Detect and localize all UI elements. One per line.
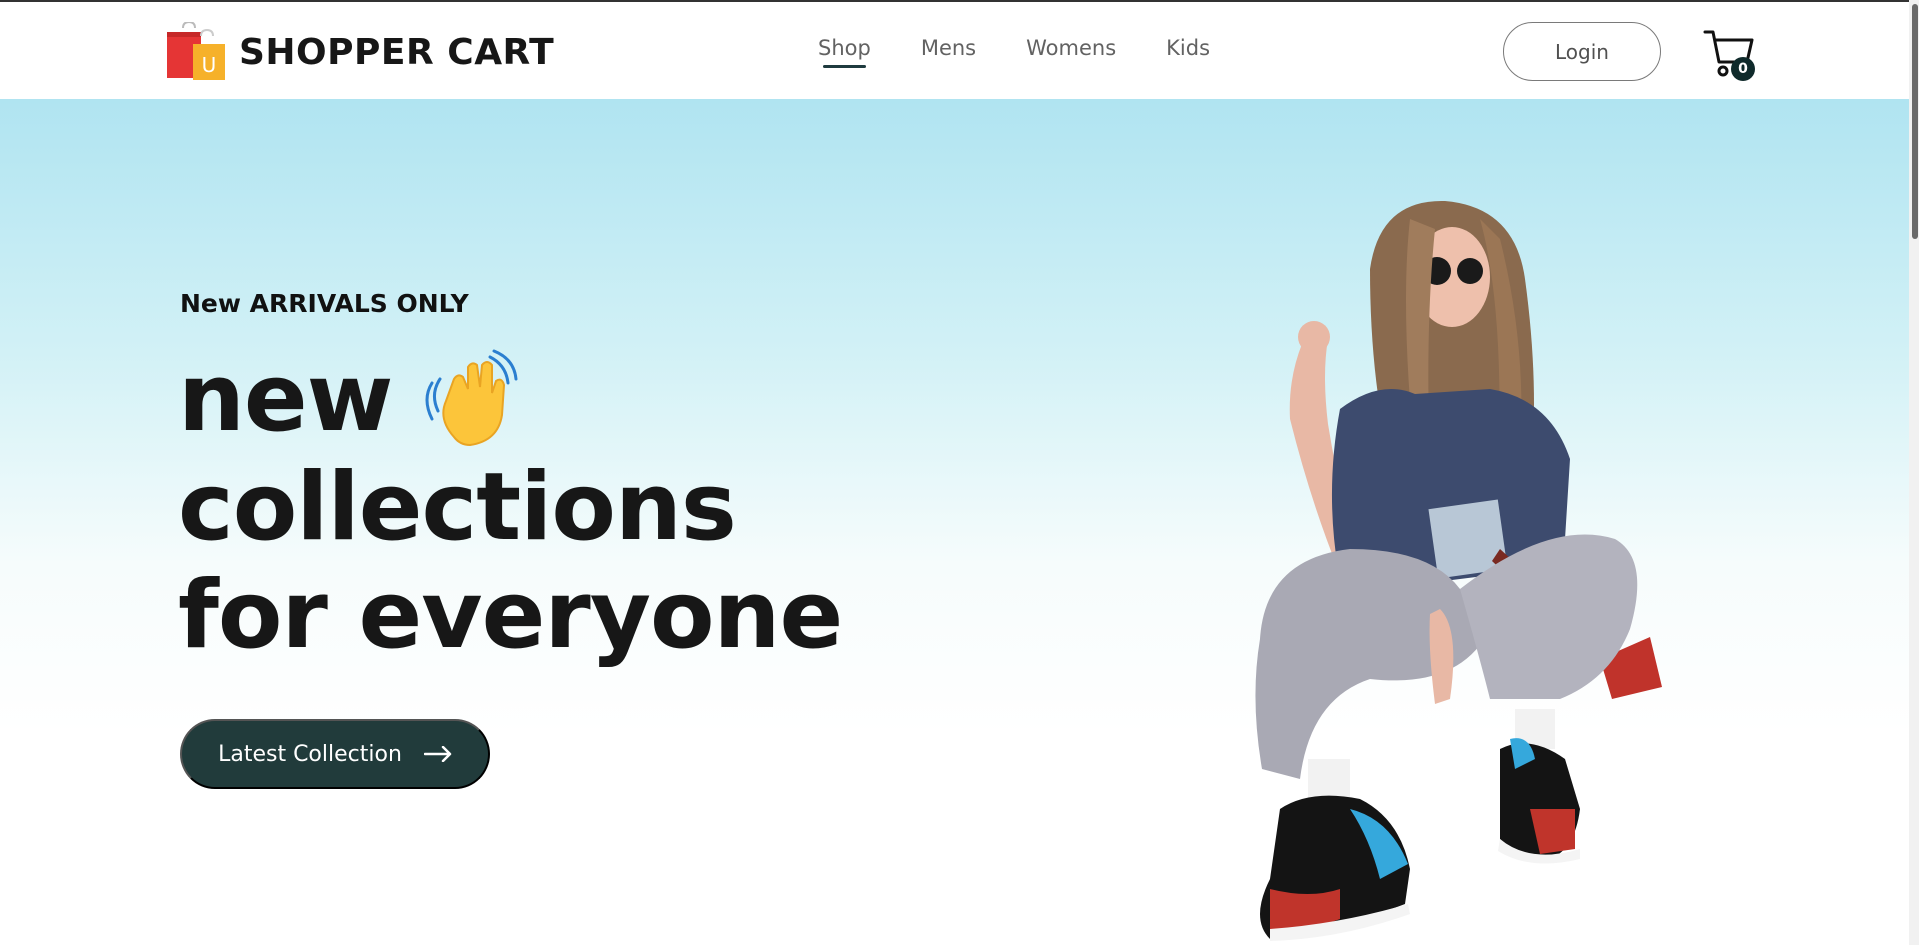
hero-heading-line-2: collections — [178, 453, 737, 562]
hero-heading-line-3: for everyone — [178, 561, 843, 670]
brand-name: SHOPPER CART — [239, 31, 555, 73]
shopping-bag-logo-icon: U — [167, 22, 225, 80]
arrow-right-icon — [423, 746, 452, 762]
nav-item-label: Kids — [1166, 36, 1211, 60]
hero-model-image — [1255, 200, 1662, 941]
cta-label: Latest Collection — [218, 741, 402, 767]
nav-item-label: Shop — [818, 36, 871, 60]
navbar: U SHOPPER CART Shop Mens Womens Kids Log… — [0, 2, 1919, 99]
scrollbar-thumb[interactable] — [1912, 4, 1918, 239]
waving-hand-icon — [425, 349, 518, 447]
nav-item-label: Mens — [920, 36, 977, 60]
page-scrollbar[interactable] — [1909, 0, 1919, 945]
nav-item-mens[interactable]: Mens — [921, 36, 976, 60]
main-nav: Shop Mens Womens Kids — [818, 36, 1210, 68]
active-nav-underline — [823, 65, 866, 68]
login-button[interactable]: Login — [1503, 22, 1661, 81]
hero-tagline: New ARRIVALS ONLY — [180, 289, 469, 318]
latest-collection-button[interactable]: Latest Collection — [180, 719, 490, 789]
nav-item-shop[interactable]: Shop — [818, 36, 871, 68]
cart-count-badge: 0 — [1731, 57, 1755, 81]
hero-heading-line-1: new — [178, 344, 394, 453]
hero-section: New ARRIVALS ONLY new collections for ev… — [0, 99, 1919, 945]
logo-letter: U — [202, 53, 217, 77]
nav-item-label: Womens — [1026, 36, 1117, 60]
nav-item-womens[interactable]: Womens — [1026, 36, 1116, 60]
nav-item-kids[interactable]: Kids — [1166, 36, 1210, 60]
logo[interactable]: U SHOPPER CART — [165, 22, 554, 82]
